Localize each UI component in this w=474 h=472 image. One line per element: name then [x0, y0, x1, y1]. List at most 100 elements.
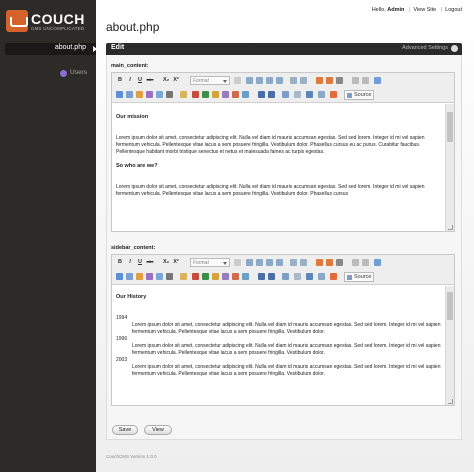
view-site-link[interactable]: View Site — [413, 7, 436, 13]
align-center-icon[interactable] — [256, 259, 263, 266]
find-icon[interactable] — [258, 273, 265, 280]
superscript-button[interactable]: X² — [172, 258, 180, 266]
numbered-list-icon[interactable] — [290, 259, 297, 266]
strike-button[interactable]: abc — [146, 76, 154, 84]
link-icon[interactable] — [116, 273, 123, 280]
image-icon[interactable] — [136, 273, 143, 280]
scrollbar-thumb[interactable] — [447, 292, 453, 320]
advanced-settings-link[interactable]: Advanced Settings — [402, 45, 448, 51]
numbered-list-icon[interactable] — [290, 77, 297, 84]
subscript-button[interactable]: X₂ — [162, 258, 170, 266]
align-right-icon[interactable] — [266, 77, 273, 84]
editor-scrollbar[interactable] — [445, 286, 454, 405]
paste-icon[interactable] — [234, 77, 241, 84]
bold-button[interactable]: B — [116, 76, 124, 84]
outdent-icon[interactable] — [316, 259, 323, 266]
undo-icon[interactable] — [352, 77, 359, 84]
page-break-icon[interactable] — [212, 273, 219, 280]
align-right-icon[interactable] — [266, 259, 273, 266]
paste-icon[interactable] — [234, 259, 241, 266]
replace-icon[interactable] — [268, 91, 275, 98]
find-icon[interactable] — [258, 91, 265, 98]
templates-icon[interactable] — [180, 91, 187, 98]
format-select[interactable]: Format — [190, 258, 230, 267]
indent-icon[interactable] — [326, 77, 333, 84]
spellcheck-icon[interactable] — [374, 259, 381, 266]
bg-color-icon[interactable] — [242, 91, 249, 98]
sidebar-content-body[interactable]: Our History 1994 Lorem ipsum dolor sit a… — [112, 286, 446, 405]
sidebar-item-users[interactable]: Users — [6, 69, 87, 79]
blockquote-icon[interactable] — [336, 259, 343, 266]
templates-icon[interactable] — [180, 273, 187, 280]
logout-link[interactable]: Logout — [445, 7, 462, 13]
table-icon[interactable] — [156, 91, 163, 98]
align-justify-icon[interactable] — [276, 77, 283, 84]
link-icon[interactable] — [116, 91, 123, 98]
align-center-icon[interactable] — [256, 77, 263, 84]
table-icon[interactable] — [156, 273, 163, 280]
special-char-icon[interactable] — [192, 273, 199, 280]
maximize-icon[interactable] — [306, 91, 313, 98]
select-all-icon[interactable] — [294, 91, 301, 98]
scrollbar-thumb[interactable] — [447, 112, 453, 142]
select-all-icon[interactable] — [294, 273, 301, 280]
redo-icon[interactable] — [362, 259, 369, 266]
bullet-list-icon[interactable] — [300, 77, 307, 84]
smiley-icon[interactable] — [202, 91, 209, 98]
view-button[interactable]: View — [144, 425, 172, 435]
sidebar-item-about[interactable]: about.php — [5, 43, 96, 55]
align-left-icon[interactable] — [246, 77, 253, 84]
unlink-icon[interactable] — [126, 273, 133, 280]
show-blocks-icon[interactable] — [318, 273, 325, 280]
italic-button[interactable]: I — [126, 258, 134, 266]
unlink-icon[interactable] — [126, 91, 133, 98]
blockquote-icon[interactable] — [336, 77, 343, 84]
image-icon[interactable] — [136, 91, 143, 98]
align-justify-icon[interactable] — [276, 259, 283, 266]
flash-icon[interactable] — [146, 91, 153, 98]
format-select[interactable]: Format — [190, 76, 230, 85]
sidebar-content-editor[interactable]: B I U abc X₂ X² Format Source Our Histor… — [111, 254, 455, 406]
indent-icon[interactable] — [326, 259, 333, 266]
special-char-icon[interactable] — [192, 91, 199, 98]
outdent-icon[interactable] — [316, 77, 323, 84]
underline-button[interactable]: U — [136, 258, 144, 266]
replace-icon[interactable] — [268, 273, 275, 280]
main-content-editor[interactable]: B I U abc X₂ X² Format Source Our missio… — [111, 72, 455, 232]
text-color-icon[interactable] — [232, 273, 239, 280]
source-button[interactable]: Source — [344, 272, 374, 282]
page-break-icon[interactable] — [212, 91, 219, 98]
anchor-icon[interactable] — [282, 273, 289, 280]
hr-icon[interactable] — [166, 273, 173, 280]
preview-icon[interactable] — [330, 273, 337, 280]
bold-button[interactable]: B — [116, 258, 124, 266]
source-button[interactable]: Source — [344, 90, 374, 100]
text-color-icon[interactable] — [232, 91, 239, 98]
flash-icon[interactable] — [146, 273, 153, 280]
maximize-icon[interactable] — [306, 273, 313, 280]
smiley-icon[interactable] — [202, 273, 209, 280]
subscript-button[interactable]: X₂ — [162, 76, 170, 84]
iframe-icon[interactable] — [222, 273, 229, 280]
resize-grip-icon[interactable] — [448, 225, 453, 230]
undo-icon[interactable] — [352, 259, 359, 266]
anchor-icon[interactable] — [282, 91, 289, 98]
align-left-icon[interactable] — [246, 259, 253, 266]
chevron-down-icon[interactable] — [451, 45, 458, 52]
hr-icon[interactable] — [166, 91, 173, 98]
superscript-button[interactable]: X² — [172, 76, 180, 84]
preview-icon[interactable] — [330, 91, 337, 98]
spellcheck-icon[interactable] — [374, 77, 381, 84]
bullet-list-icon[interactable] — [300, 259, 307, 266]
editor-scrollbar[interactable] — [445, 104, 454, 231]
main-content-body[interactable]: Our mission Lorem ipsum dolor sit amet, … — [112, 104, 446, 231]
show-blocks-icon[interactable] — [318, 91, 325, 98]
redo-icon[interactable] — [362, 77, 369, 84]
couch-logo[interactable]: COUCH CMS UNCOMPLICATED — [6, 10, 90, 34]
underline-button[interactable]: U — [136, 76, 144, 84]
resize-grip-icon[interactable] — [448, 399, 453, 404]
strike-button[interactable]: abc — [146, 258, 154, 266]
bg-color-icon[interactable] — [242, 273, 249, 280]
save-button[interactable]: Save — [112, 425, 138, 435]
iframe-icon[interactable] — [222, 91, 229, 98]
